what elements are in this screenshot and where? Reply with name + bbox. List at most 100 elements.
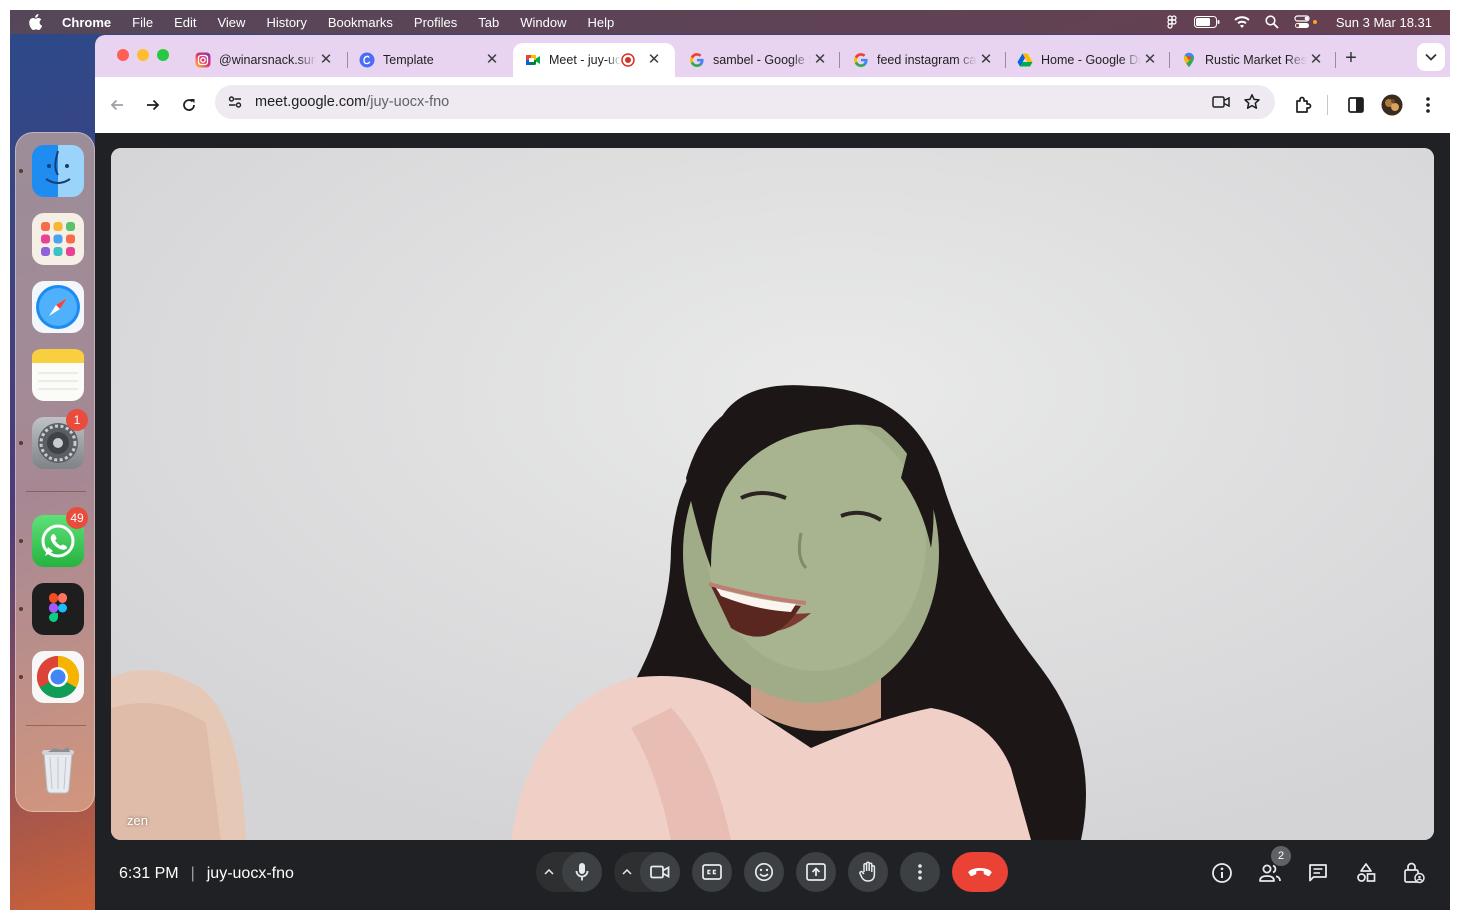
chrome-icon[interactable] bbox=[32, 651, 84, 703]
trash-icon[interactable] bbox=[32, 743, 84, 795]
participant-name-label: zen bbox=[127, 813, 148, 828]
spotlight-search-icon[interactable] bbox=[1264, 15, 1280, 29]
menu-window[interactable]: Window bbox=[520, 15, 566, 30]
leave-call-button[interactable] bbox=[952, 852, 1008, 892]
microphone-button[interactable] bbox=[562, 852, 602, 892]
url-text[interactable]: meet.google.com/juy-uocx-fno bbox=[255, 94, 449, 110]
tab-label: Template bbox=[383, 53, 434, 67]
menu-app-name[interactable]: Chrome bbox=[62, 15, 111, 30]
menu-tab[interactable]: Tab bbox=[478, 15, 499, 30]
chat-button[interactable] bbox=[1305, 860, 1331, 886]
mic-control-group bbox=[536, 852, 602, 892]
meeting-info-button[interactable] bbox=[1209, 860, 1235, 886]
desktop: Chrome File Edit View History Bookmarks … bbox=[10, 10, 1450, 910]
camera-in-use-icon[interactable] bbox=[1211, 92, 1231, 112]
tab-google-drive[interactable]: Home - Google Drive ✕ bbox=[1005, 43, 1167, 77]
reload-icon bbox=[183, 99, 195, 111]
forward-button[interactable] bbox=[141, 93, 165, 117]
back-button[interactable] bbox=[105, 93, 129, 117]
chevron-down-icon bbox=[1425, 53, 1437, 61]
tab-instagram[interactable]: @winarsnack.surabaya ✕ bbox=[183, 43, 343, 77]
figma-icon[interactable] bbox=[32, 583, 84, 635]
meeting-code: juy-uocx-fno bbox=[206, 865, 294, 882]
control-center-icon[interactable] bbox=[1294, 15, 1318, 29]
menubar-clock[interactable]: Sun 3 Mar 18.31 bbox=[1336, 15, 1432, 30]
menu-file[interactable]: File bbox=[132, 15, 153, 30]
captions-button[interactable] bbox=[692, 852, 732, 892]
new-tab-button[interactable]: + bbox=[1340, 47, 1362, 69]
window-zoom-button[interactable] bbox=[157, 49, 169, 61]
dock-separator bbox=[26, 725, 86, 726]
tab-label: sambel - Google Search bbox=[713, 53, 811, 67]
tab-close-icon[interactable]: ✕ bbox=[317, 51, 335, 69]
participant-video-tile[interactable]: zen bbox=[111, 148, 1434, 840]
activities-button[interactable] bbox=[1353, 860, 1379, 886]
window-minimize-button[interactable] bbox=[137, 49, 149, 61]
tab-sambel-search[interactable]: sambel - Google Search ✕ bbox=[677, 43, 837, 77]
window-close-button[interactable] bbox=[117, 49, 129, 61]
raise-hand-icon bbox=[859, 861, 876, 882]
tab-rustic-market-maps[interactable]: Rustic Market Resto ✕ bbox=[1169, 43, 1333, 77]
browser-toolbar: meet.google.com/juy-uocx-fno bbox=[95, 77, 1450, 133]
tab-close-icon[interactable]: ✕ bbox=[1141, 51, 1159, 69]
battery-icon[interactable] bbox=[1193, 15, 1220, 29]
google-icon bbox=[853, 52, 869, 68]
whatsapp-badge: 49 bbox=[66, 507, 88, 529]
wifi-icon[interactable] bbox=[1234, 15, 1250, 29]
menu-bookmarks[interactable]: Bookmarks bbox=[328, 15, 393, 30]
menu-view[interactable]: View bbox=[217, 15, 245, 30]
safari-icon[interactable] bbox=[32, 281, 84, 333]
drive-icon bbox=[1017, 52, 1033, 68]
closed-captions-icon bbox=[702, 864, 722, 880]
launchpad-icon[interactable] bbox=[32, 213, 84, 265]
tab-label: Home - Google Drive bbox=[1041, 53, 1141, 67]
tab-template[interactable]: Template ✕ bbox=[347, 43, 509, 77]
participant-video-frame bbox=[111, 148, 1434, 840]
tab-separator bbox=[1335, 52, 1336, 68]
video-options-button[interactable] bbox=[614, 869, 640, 875]
tab-meet[interactable]: Meet - juy-uocx-fno ✕ bbox=[513, 43, 675, 77]
extensions-button[interactable] bbox=[1291, 93, 1315, 117]
tab-close-icon[interactable]: ✕ bbox=[811, 51, 829, 69]
tab-close-icon[interactable]: ✕ bbox=[645, 51, 663, 69]
host-controls-button[interactable] bbox=[1401, 860, 1427, 886]
finder-icon[interactable] bbox=[32, 145, 84, 197]
arrow-right-icon bbox=[147, 99, 160, 111]
site-settings-icon[interactable] bbox=[225, 92, 245, 112]
tab-close-icon[interactable]: ✕ bbox=[483, 51, 501, 69]
audio-options-button[interactable] bbox=[536, 869, 562, 875]
profile-avatar[interactable] bbox=[1380, 93, 1404, 117]
chrome-menu-button[interactable] bbox=[1416, 93, 1440, 117]
bookmark-star-icon[interactable] bbox=[1242, 92, 1262, 112]
tab-close-icon[interactable]: ✕ bbox=[1307, 51, 1325, 69]
finder-running-indicator bbox=[19, 169, 23, 173]
side-panel-button[interactable] bbox=[1344, 93, 1368, 117]
toolbar-divider bbox=[1327, 95, 1328, 115]
figma-status-icon[interactable] bbox=[1164, 15, 1180, 29]
raise-hand-button[interactable] bbox=[848, 852, 888, 892]
macos-menubar: Chrome File Edit View History Bookmarks … bbox=[10, 10, 1450, 34]
shapes-icon bbox=[1357, 863, 1376, 882]
tab-separator bbox=[839, 52, 840, 68]
reactions-button[interactable] bbox=[744, 852, 784, 892]
tab-search-button[interactable] bbox=[1417, 43, 1445, 71]
menu-edit[interactable]: Edit bbox=[174, 15, 196, 30]
menu-profiles[interactable]: Profiles bbox=[414, 15, 457, 30]
menu-help[interactable]: Help bbox=[588, 15, 615, 30]
more-vert-icon bbox=[918, 864, 922, 880]
apple-menu-icon[interactable] bbox=[28, 14, 42, 30]
chrome-running-indicator bbox=[19, 675, 23, 679]
camera-button[interactable] bbox=[640, 852, 680, 892]
instagram-icon bbox=[195, 52, 211, 68]
tab-feed-instagram-search[interactable]: feed instagram cafe ✕ bbox=[841, 43, 1003, 77]
notes-icon[interactable] bbox=[32, 349, 84, 401]
tab-close-icon[interactable]: ✕ bbox=[977, 51, 995, 69]
address-bar[interactable]: meet.google.com/juy-uocx-fno bbox=[215, 85, 1275, 119]
menu-history[interactable]: History bbox=[266, 15, 306, 30]
side-panel-icon bbox=[1348, 97, 1364, 113]
dock-separator bbox=[26, 491, 86, 492]
more-options-button[interactable] bbox=[900, 852, 940, 892]
reload-button[interactable] bbox=[177, 93, 201, 117]
details-divider: | bbox=[190, 865, 195, 882]
present-screen-button[interactable] bbox=[796, 852, 836, 892]
